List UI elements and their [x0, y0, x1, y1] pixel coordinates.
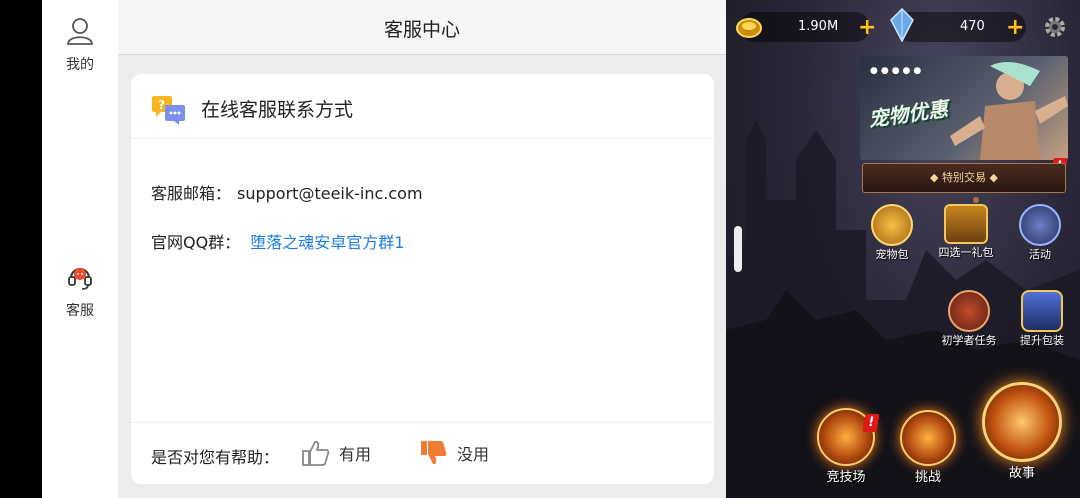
hourglass-icon — [1019, 204, 1061, 246]
side-nav: 我的 客服 — [42, 0, 118, 498]
upgrade-pack-button[interactable]: 提升包装 — [1012, 290, 1072, 348]
email-row: 客服邮箱： support@teeik-inc.com — [151, 180, 423, 204]
pet-pack-label: 宠物包 — [875, 248, 909, 261]
choose-one-pack-label: 四选一礼包 — [938, 246, 994, 259]
feedback-bar: 是否对您有帮助： 有用 没用 — [131, 422, 714, 484]
add-gem-button[interactable]: + — [1006, 15, 1024, 40]
upgrade-pack-label: 提升包装 — [1020, 334, 1064, 347]
crystal-icon — [890, 8, 914, 42]
nav-item-customer-service-label: 客服 — [66, 303, 94, 319]
special-deal-label: ◆ 特别交易 ◆ — [930, 171, 998, 184]
story-button[interactable]: 故事 — [980, 382, 1064, 481]
useful-button[interactable]: 有用 — [301, 439, 371, 467]
gold-bar: 1.90M + — [736, 12, 876, 42]
useful-label: 有用 — [339, 445, 372, 464]
email-label: 客服邮箱： — [151, 184, 232, 203]
nav-item-me[interactable]: 我的 — [42, 16, 118, 74]
crossed-swords-icon — [982, 382, 1062, 462]
svg-text:?: ? — [158, 98, 165, 112]
page-title: 客服中心 — [383, 19, 460, 41]
panel-drag-handle[interactable] — [734, 226, 742, 272]
pet-deal-banner[interactable]: ●●●●● 宠物优惠 — [860, 56, 1068, 160]
contact-card: ? 在线客服联系方式 客服邮箱： support@teeik-inc.com 官网… — [131, 74, 714, 484]
gold-value: 1.90M — [798, 19, 839, 34]
challenge-button[interactable]: 挑战 — [896, 410, 960, 485]
useless-button[interactable]: 没用 — [419, 439, 489, 467]
story-label: 故事 — [1008, 466, 1035, 481]
useless-label: 没用 — [457, 445, 490, 464]
event-label: 活动 — [1029, 248, 1051, 261]
gem-bar: 470 + — [890, 8, 1026, 42]
challenge-label: 挑战 — [914, 470, 941, 485]
nav-item-me-label: 我的 — [66, 57, 94, 73]
gold-coin-icon — [736, 18, 762, 38]
chat-question-icon: ? — [152, 96, 185, 125]
pet-pack-button[interactable]: 宠物包 — [864, 204, 920, 262]
email-value: support@teeik-inc.com — [237, 184, 423, 203]
user-icon — [67, 18, 93, 45]
headset-icon — [68, 268, 92, 290]
event-button[interactable]: 活动 — [1014, 204, 1066, 262]
add-gold-button[interactable]: + — [858, 15, 876, 40]
sword-scroll-icon — [948, 290, 990, 332]
gear-icon[interactable] — [1042, 14, 1068, 40]
nav-item-customer-service[interactable]: 客服 — [42, 262, 118, 320]
treasure-chest-icon — [944, 204, 988, 244]
special-deal-button[interactable]: ◆ 特别交易 ◆ — [862, 163, 1066, 193]
wolf-icon — [871, 204, 913, 246]
top-bar: 客服中心 — [118, 0, 726, 55]
beginner-quest-button[interactable]: 初学者任务 — [934, 290, 1004, 348]
gift-box-icon — [1021, 290, 1063, 332]
qq-row: 官网QQ群： 堕落之魂安卓官方群1 — [151, 229, 404, 253]
beginner-quest-label: 初学者任务 — [941, 334, 997, 347]
left-black-bar — [0, 0, 42, 498]
contact-card-header: ? 在线客服联系方式 — [131, 74, 714, 139]
arena-label: 竞技场 — [826, 470, 866, 485]
skull-icon — [900, 410, 956, 466]
main-panel: 客服中心 ? 在线客服联系方式 客服邮箱： support@teeik-inc.c… — [118, 0, 726, 498]
game-screen: 1.90M + 470 + ●●●●● 宠物优惠 ! ◆ 特别交易 ◆ 宠物包 — [726, 0, 1080, 498]
contact-section-title: 在线客服联系方式 — [201, 99, 354, 121]
feedback-question: 是否对您有帮助： — [151, 448, 280, 467]
qq-group-link[interactable]: 堕落之魂安卓官方群1 — [250, 233, 404, 252]
choose-one-pack-button[interactable]: 四选一礼包 — [930, 204, 1002, 260]
gem-value: 470 — [960, 19, 985, 34]
thumbs-up-icon — [302, 440, 330, 466]
thumbs-down-icon — [421, 441, 447, 465]
qq-label: 官网QQ群： — [151, 233, 241, 252]
